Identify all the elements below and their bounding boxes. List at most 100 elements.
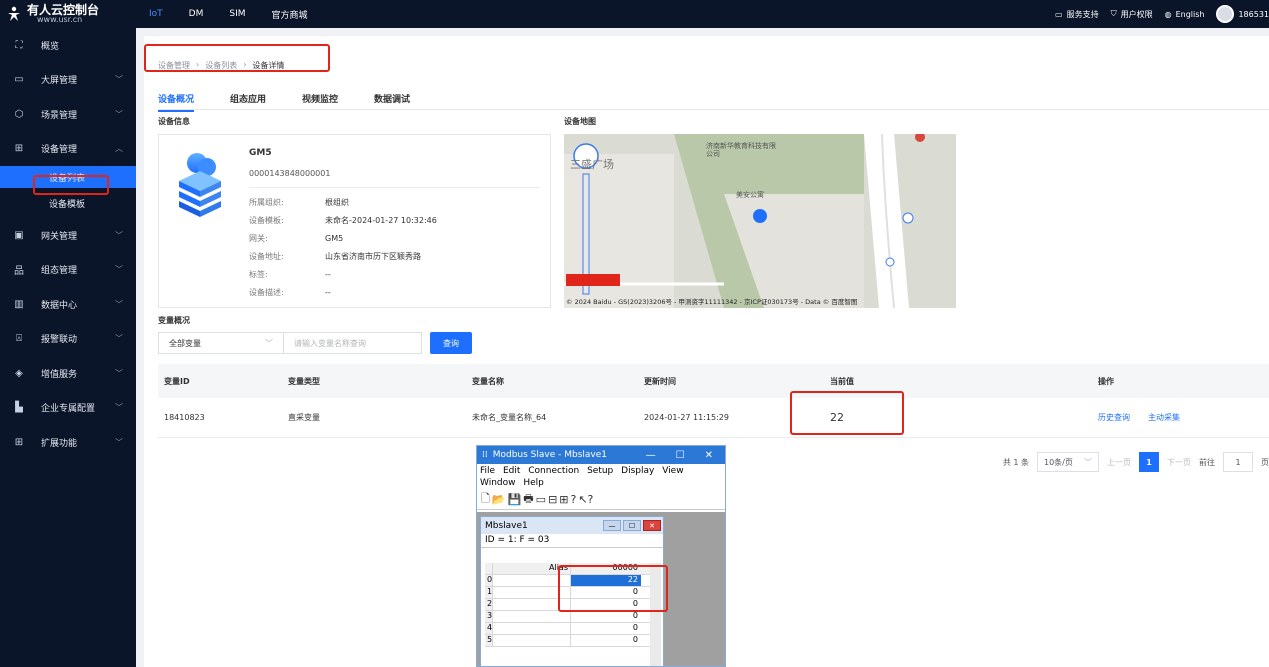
select-value: 全部变量 xyxy=(169,338,201,348)
avatar xyxy=(1216,5,1235,23)
alias-cell xyxy=(493,611,571,622)
device-map[interactable]: 济南新华教育科技有限公司 美安公寓 三盛广场 © 2024 Baidu - GS… xyxy=(564,134,956,308)
support-link[interactable]: ▭ 服务支持 xyxy=(1055,9,1099,20)
register-row[interactable]: 50 xyxy=(485,635,655,647)
variable-type-select[interactable]: 全部变量 ﹀ xyxy=(158,332,284,354)
field-value: 未命名-2024-01-27 10:32:46 xyxy=(325,216,437,225)
map-copyright: © 2024 Baidu - GS(2023)3206号 - 甲测资字11111… xyxy=(566,298,858,306)
chevron-down-icon: ﹀ xyxy=(115,109,123,119)
logo[interactable]: 有人云控制台 www.usr.cn xyxy=(0,0,136,28)
tab-dm[interactable]: DM xyxy=(176,0,217,28)
help-icon[interactable]: ? xyxy=(571,493,577,506)
sidebar-item-device[interactable]: ⊞ 设备管理 ︿ xyxy=(0,132,136,167)
sidebar-item-gateway[interactable]: ▣ 网关管理 ﹀ xyxy=(0,218,136,253)
open-icon[interactable]: 📂 xyxy=(492,493,506,506)
device-name: GM5 xyxy=(249,148,272,158)
alias-cell xyxy=(493,623,571,634)
register-value[interactable]: 0 xyxy=(571,635,641,646)
sidebar-item-topology[interactable]: 品 组态管理 ﹀ xyxy=(0,253,136,288)
new-icon[interactable]: 🗋 xyxy=(481,490,490,509)
support-label: 服务支持 xyxy=(1066,9,1099,19)
field-address: 设备地址: 山东省济南市历下区颖秀路 xyxy=(249,251,421,262)
modbus-slave-window[interactable]: ⁞⁞ Modbus Slave - Mbslave1 — ☐ ✕ File Ed… xyxy=(476,445,726,667)
print-icon[interactable]: 🖶 xyxy=(523,490,533,509)
menu-window[interactable]: Window xyxy=(480,478,516,488)
menu-view[interactable]: View xyxy=(662,466,683,476)
permission-link[interactable]: ⛉ 用户权限 xyxy=(1111,9,1153,20)
menu-file[interactable]: File xyxy=(480,466,495,476)
menu-connection[interactable]: Connection xyxy=(528,466,579,476)
device-info-divider xyxy=(249,187,539,188)
page-unit-label: 页 xyxy=(1261,457,1269,467)
variables-title: 变量概况 xyxy=(158,316,190,325)
menu-display[interactable]: Display xyxy=(621,466,654,476)
sidebar-item-extensions[interactable]: ⊞ 扩展功能 ﹀ xyxy=(0,425,136,460)
sidebar-item-screen[interactable]: ▭ 大屏管理 ﹀ xyxy=(0,63,136,98)
connect-icon[interactable]: ⊟ xyxy=(548,493,557,506)
modbus-title-bar[interactable]: ⁞⁞ Modbus Slave - Mbslave1 — ☐ ✕ xyxy=(477,446,725,464)
maximize-icon[interactable]: ☐ xyxy=(676,450,685,461)
chevron-down-icon: ﹀ xyxy=(115,75,123,85)
field-tags: 标签: -- xyxy=(249,269,331,280)
goto-page-input[interactable]: 1 xyxy=(1223,452,1253,472)
register-value[interactable]: 0 xyxy=(571,623,641,634)
menu-edit[interactable]: Edit xyxy=(503,466,520,476)
chevron-down-icon: ﹀ xyxy=(115,437,123,447)
mbslave1-title-bar[interactable]: Mbslave1 — ☐ ✕ xyxy=(481,517,663,534)
context-help-icon[interactable]: ↖? xyxy=(578,493,593,506)
modbus-app-icon: ⁞⁞ xyxy=(482,450,488,460)
sidebar-item-label: 数据中心 xyxy=(41,300,78,311)
prev-page-button[interactable]: 上一页 xyxy=(1107,457,1131,468)
field-label: 标签: xyxy=(249,270,268,279)
sidebar-item-label: 增值服务 xyxy=(41,369,78,380)
row-index: 5 xyxy=(485,635,493,646)
save-icon[interactable]: 💾 xyxy=(508,493,522,506)
sidebar-item-value-added[interactable]: ◈ 增值服务 ﹀ xyxy=(0,356,136,391)
highlight-register-value xyxy=(558,565,668,612)
menu-setup[interactable]: Setup xyxy=(587,466,613,476)
window-icon[interactable]: ▭ xyxy=(536,493,546,506)
language-switch[interactable]: ◍ English xyxy=(1165,10,1205,19)
close-icon[interactable]: ✕ xyxy=(705,450,713,461)
chevron-down-icon: ﹀ xyxy=(115,334,123,344)
logo-icon xyxy=(8,6,20,21)
sidebar-item-alarm[interactable]: ⍓ 报警联动 ﹀ xyxy=(0,322,136,357)
tab-sim[interactable]: SIM xyxy=(216,0,258,28)
variable-search-input[interactable]: 请输入变量名称查询 xyxy=(284,332,422,354)
sidebar-item-scene[interactable]: ⬡ 场景管理 ﹀ xyxy=(0,97,136,132)
chevron-down-icon: ﹀ xyxy=(1084,457,1092,467)
history-query-link[interactable]: 历史查询 xyxy=(1098,412,1130,423)
chevron-down-icon: ﹀ xyxy=(115,265,123,275)
col-actions: 操作 xyxy=(1098,376,1114,386)
register-row[interactable]: 40 xyxy=(485,623,655,635)
query-button[interactable]: 查询 xyxy=(430,332,472,354)
next-page-button[interactable]: 下一页 xyxy=(1167,457,1191,468)
maximize-icon[interactable]: ☐ xyxy=(623,520,641,531)
field-description: 设备描述: -- xyxy=(249,287,331,298)
tab-iot[interactable]: IoT xyxy=(136,0,176,28)
tab-store[interactable]: 官方商城 xyxy=(259,0,321,28)
sidebar-item-label: 设备管理 xyxy=(41,145,78,156)
sidebar-item-overview[interactable]: ⛶ 概览 xyxy=(0,28,136,63)
minimize-icon[interactable]: — xyxy=(603,520,621,531)
col-variable-name: 变量名称 xyxy=(472,376,504,386)
sidebar-item-enterprise[interactable]: ▙ 企业专属配置 ﹀ xyxy=(0,391,136,426)
grid-icon: ⊞ xyxy=(14,436,24,448)
top-bar: 有人云控制台 www.usr.cn IoT DM SIM 官方商城 ▭ 服务支持… xyxy=(0,0,1269,28)
sidebar-item-data-center[interactable]: ▥ 数据中心 ﹀ xyxy=(0,287,136,322)
menu-help[interactable]: Help xyxy=(523,478,544,488)
field-value: 山东省济南市历下区颖秀路 xyxy=(325,252,421,261)
register-value[interactable]: 0 xyxy=(571,611,641,622)
user-menu[interactable]: 186531 xyxy=(1216,5,1269,23)
field-value: 根组织 xyxy=(325,198,349,207)
scan-icon: ⛶ xyxy=(15,39,23,51)
field-label: 设备描述: xyxy=(249,288,284,297)
minimize-icon[interactable]: — xyxy=(646,450,656,461)
active-collect-link[interactable]: 主动采集 xyxy=(1148,412,1180,423)
page-size-select[interactable]: 10条/页 ﹀ xyxy=(1037,452,1099,472)
cell-update-time: 2024-01-27 11:15:29 xyxy=(644,413,729,422)
disconnect-icon[interactable]: ⊞ xyxy=(559,493,568,506)
close-icon[interactable]: ✕ xyxy=(643,520,661,531)
page-number-current[interactable]: 1 xyxy=(1139,452,1159,472)
register-row[interactable]: 30 xyxy=(485,611,655,623)
